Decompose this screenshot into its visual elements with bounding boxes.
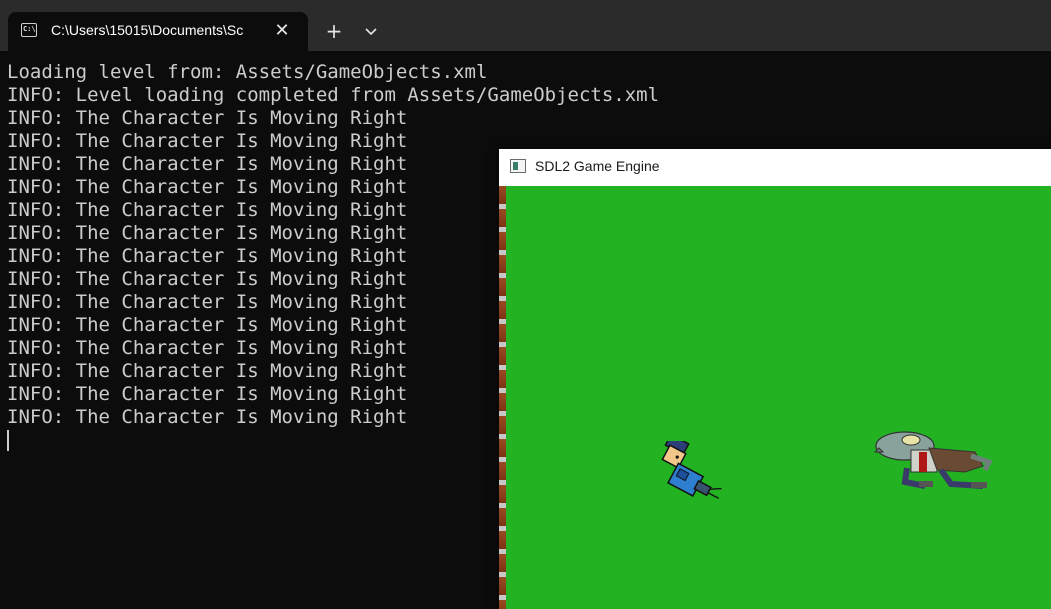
chevron-down-icon[interactable] [358,19,384,45]
game-window[interactable]: SDL2 Game Engine [499,149,1051,609]
new-tab-button[interactable]: + [320,19,348,45]
player-character-sprite [661,441,722,499]
tab-title: C:\Users\15015\Documents\Sc [51,22,244,38]
game-canvas[interactable] [499,186,1051,609]
console-line: INFO: Level loading completed from Asset… [7,84,660,106]
terminal-icon: C:\ [21,23,37,37]
text-cursor [7,430,9,451]
console-line: Loading level from: Assets/GameObjects.x… [7,61,488,83]
game-window-titlebar[interactable]: SDL2 Game Engine [499,149,1051,186]
app-icon [510,159,526,173]
game-window-title: SDL2 Game Engine [535,158,660,174]
terminal-tab[interactable]: C:\ C:\Users\15015\Documents\Sc ✕ [8,12,308,51]
close-icon[interactable]: ✕ [270,19,294,43]
terminal-tab-bar: C:\ C:\Users\15015\Documents\Sc ✕ + [0,0,1051,51]
fence-border [499,186,506,609]
console-line: INFO: The Character Is Moving Right [7,107,408,129]
zombie-enemy-sprite [873,431,993,489]
